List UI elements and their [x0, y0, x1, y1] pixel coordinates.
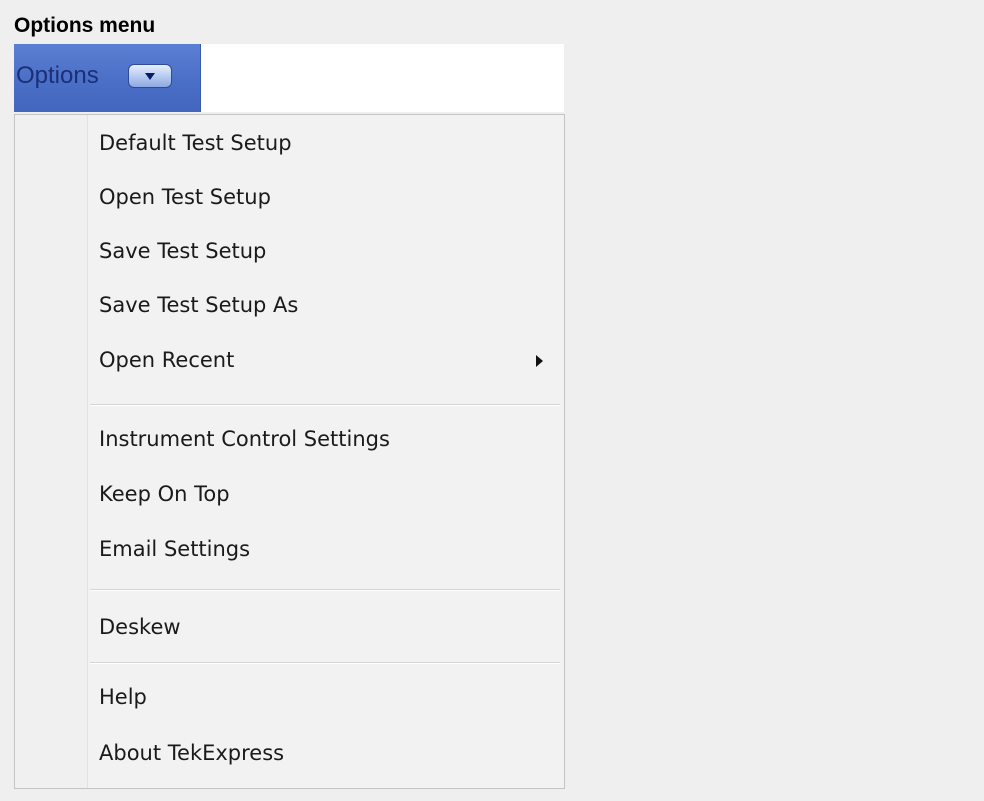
menu-item-label: Keep On Top — [99, 482, 230, 506]
menu-item-instrument-control-settings[interactable]: Instrument Control Settings — [16, 414, 563, 468]
options-dropdown-menu: Default Test Setup Open Test Setup Save … — [14, 114, 565, 789]
menu-item-label: Help — [99, 685, 147, 709]
menu-item-label: Default Test Setup — [99, 131, 292, 155]
menu-item-label: Email Settings — [99, 537, 251, 561]
menu-item-open-recent[interactable]: Open Recent — [16, 335, 563, 389]
page-caption: Options menu — [14, 14, 156, 37]
options-menu-label: Options — [16, 62, 99, 89]
dropdown-toggle[interactable] — [128, 64, 172, 88]
chevron-down-icon — [145, 73, 155, 80]
menu-item-email-settings[interactable]: Email Settings — [16, 524, 563, 578]
menu-item-help[interactable]: Help — [16, 672, 563, 726]
menu-item-deskew[interactable]: Deskew — [16, 602, 563, 656]
menu-separator — [90, 662, 560, 664]
menu-item-keep-on-top[interactable]: Keep On Top — [16, 469, 563, 523]
chevron-right-icon — [536, 355, 543, 367]
menu-separator — [90, 404, 560, 406]
menu-item-about-tekexpress[interactable]: About TekExpress — [16, 728, 563, 782]
menu-item-open-test-setup[interactable]: Open Test Setup — [16, 172, 563, 226]
menu-item-label: About TekExpress — [99, 741, 285, 765]
menu-separator — [90, 589, 560, 591]
menu-item-save-test-setup-as[interactable]: Save Test Setup As — [16, 280, 563, 334]
menu-item-label: Deskew — [99, 615, 181, 639]
menu-item-default-test-setup[interactable]: Default Test Setup — [16, 118, 563, 172]
menu-item-label: Save Test Setup — [99, 239, 267, 263]
menu-item-label: Open Test Setup — [99, 185, 271, 209]
menu-bar: Options — [14, 44, 564, 112]
menu-item-save-test-setup[interactable]: Save Test Setup — [16, 226, 563, 280]
menu-item-label: Open Recent — [99, 348, 235, 372]
menu-item-label: Save Test Setup As — [99, 293, 299, 317]
options-menu-button[interactable]: Options — [14, 44, 201, 112]
menu-item-label: Instrument Control Settings — [99, 427, 390, 451]
